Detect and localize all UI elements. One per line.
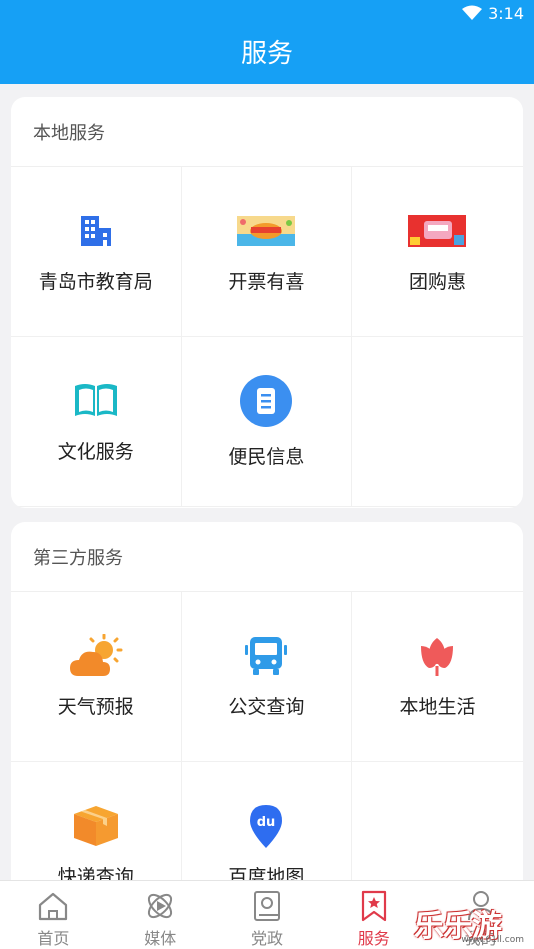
empty-cell bbox=[352, 337, 523, 507]
service-label: 团购惠 bbox=[408, 271, 466, 293]
service-local-life[interactable]: 本地生活 bbox=[352, 592, 523, 762]
status-bar: 3:14 bbox=[0, 0, 534, 28]
service-label: 公交查询 bbox=[228, 696, 305, 718]
service-invoice-lottery[interactable]: 开票有喜 bbox=[181, 167, 353, 337]
status-time: 3:14 bbox=[488, 4, 524, 23]
tab-label: 服务 bbox=[357, 929, 390, 948]
tab-party[interactable]: 党政 bbox=[214, 881, 321, 949]
service-bus[interactable]: 公交查询 bbox=[181, 592, 353, 762]
weather-icon bbox=[66, 634, 126, 678]
package-icon bbox=[66, 804, 126, 848]
service-culture[interactable]: 文化服务 bbox=[11, 337, 182, 507]
svg-text:du: du bbox=[257, 815, 276, 830]
watermark-url: www.61ll.com bbox=[461, 935, 524, 945]
tab-media[interactable]: 媒体 bbox=[107, 881, 214, 949]
tab-label: 首页 bbox=[37, 929, 70, 948]
book-icon bbox=[66, 379, 126, 423]
tab-service[interactable]: 服务 bbox=[320, 881, 427, 949]
watermark: 乐乐游戏 www.61ll.com bbox=[414, 901, 534, 945]
service-label: 文化服务 bbox=[57, 441, 134, 463]
service-grid: 天气预报 公交查询 本地生活 快递查询 du 百度地图 bbox=[11, 592, 523, 902]
building-icon bbox=[66, 209, 126, 253]
section-title: 本地服务 bbox=[33, 122, 105, 144]
service-label: 本地生活 bbox=[399, 696, 476, 718]
section-header: 本地服务 bbox=[11, 97, 523, 167]
bus-icon bbox=[236, 634, 296, 678]
group-buy-banner-icon bbox=[407, 209, 467, 253]
party-book-icon bbox=[252, 889, 282, 923]
page-title: 服务 bbox=[240, 39, 293, 69]
service-group-buy[interactable]: 团购惠 bbox=[352, 167, 523, 337]
section-title: 第三方服务 bbox=[33, 547, 123, 569]
service-education-bureau[interactable]: 青岛市教育局 bbox=[11, 167, 182, 337]
service-label: 开票有喜 bbox=[228, 271, 305, 293]
tab-label: 党政 bbox=[250, 929, 283, 948]
service-public-info[interactable]: 便民信息 bbox=[181, 337, 353, 507]
flower-icon bbox=[407, 634, 467, 678]
service-label: 青岛市教育局 bbox=[38, 271, 153, 293]
document-icon bbox=[236, 374, 296, 428]
section-header: 第三方服务 bbox=[11, 522, 523, 592]
map-pin-icon: du bbox=[236, 804, 296, 848]
service-weather[interactable]: 天气预报 bbox=[11, 592, 182, 762]
app-bar: 服务 bbox=[0, 28, 534, 84]
home-icon bbox=[37, 889, 69, 923]
wifi-icon bbox=[462, 5, 482, 25]
media-icon bbox=[144, 889, 176, 923]
invoice-banner-icon bbox=[236, 209, 296, 253]
service-label: 天气预报 bbox=[57, 696, 134, 718]
tab-label: 媒体 bbox=[144, 929, 177, 948]
third-party-services-card: 第三方服务 天气预报 公交查询 本地生活 快递查询 du 百度地图 bbox=[11, 522, 523, 902]
tab-home[interactable]: 首页 bbox=[0, 881, 107, 949]
service-grid: 青岛市教育局 开票有喜 团购惠 文化服务 便民信息 bbox=[11, 167, 523, 507]
local-services-card: 本地服务 青岛市教育局 开票有喜 团购惠 文化服务 便民信息 bbox=[11, 97, 523, 508]
service-label: 便民信息 bbox=[228, 446, 305, 468]
bookmark-star-icon bbox=[360, 889, 388, 923]
